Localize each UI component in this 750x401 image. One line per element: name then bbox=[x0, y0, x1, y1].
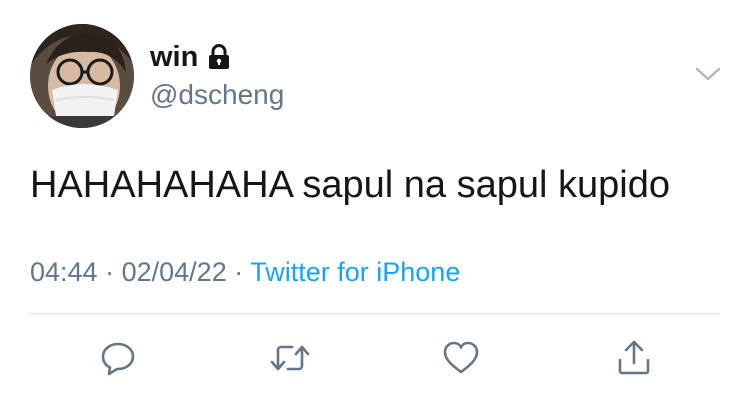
action-bar bbox=[0, 336, 750, 380]
tweet-meta: 04:44 · 02/04/22 · Twitter for iPhone bbox=[30, 256, 460, 288]
tweet-time[interactable]: 04:44 bbox=[30, 257, 98, 287]
avatar-photo bbox=[30, 24, 134, 128]
divider bbox=[30, 313, 720, 314]
display-name-row: win bbox=[150, 40, 230, 74]
display-name[interactable]: win bbox=[150, 40, 198, 74]
heart-icon bbox=[441, 338, 481, 378]
retweet-icon bbox=[268, 338, 312, 378]
tweet-source[interactable]: Twitter for iPhone bbox=[250, 257, 460, 287]
user-handle[interactable]: @dscheng bbox=[150, 79, 284, 111]
reply-icon bbox=[98, 338, 138, 378]
like-button[interactable] bbox=[439, 336, 483, 380]
share-icon bbox=[614, 338, 654, 378]
chevron-down-icon[interactable] bbox=[694, 64, 722, 84]
tweet-card: win @dscheng HAHAHAHAHA sapul na sapul k… bbox=[0, 0, 750, 401]
tweet-text: HAHAHAHAHA sapul na sapul kupido bbox=[30, 164, 671, 206]
retweet-button[interactable] bbox=[268, 336, 312, 380]
meta-separator: · bbox=[105, 257, 115, 287]
reply-button[interactable] bbox=[96, 336, 140, 380]
avatar[interactable] bbox=[30, 24, 134, 128]
share-button[interactable] bbox=[612, 336, 656, 380]
lock-icon bbox=[208, 44, 230, 70]
meta-separator: · bbox=[234, 257, 244, 287]
tweet-date[interactable]: 02/04/22 bbox=[122, 257, 227, 287]
